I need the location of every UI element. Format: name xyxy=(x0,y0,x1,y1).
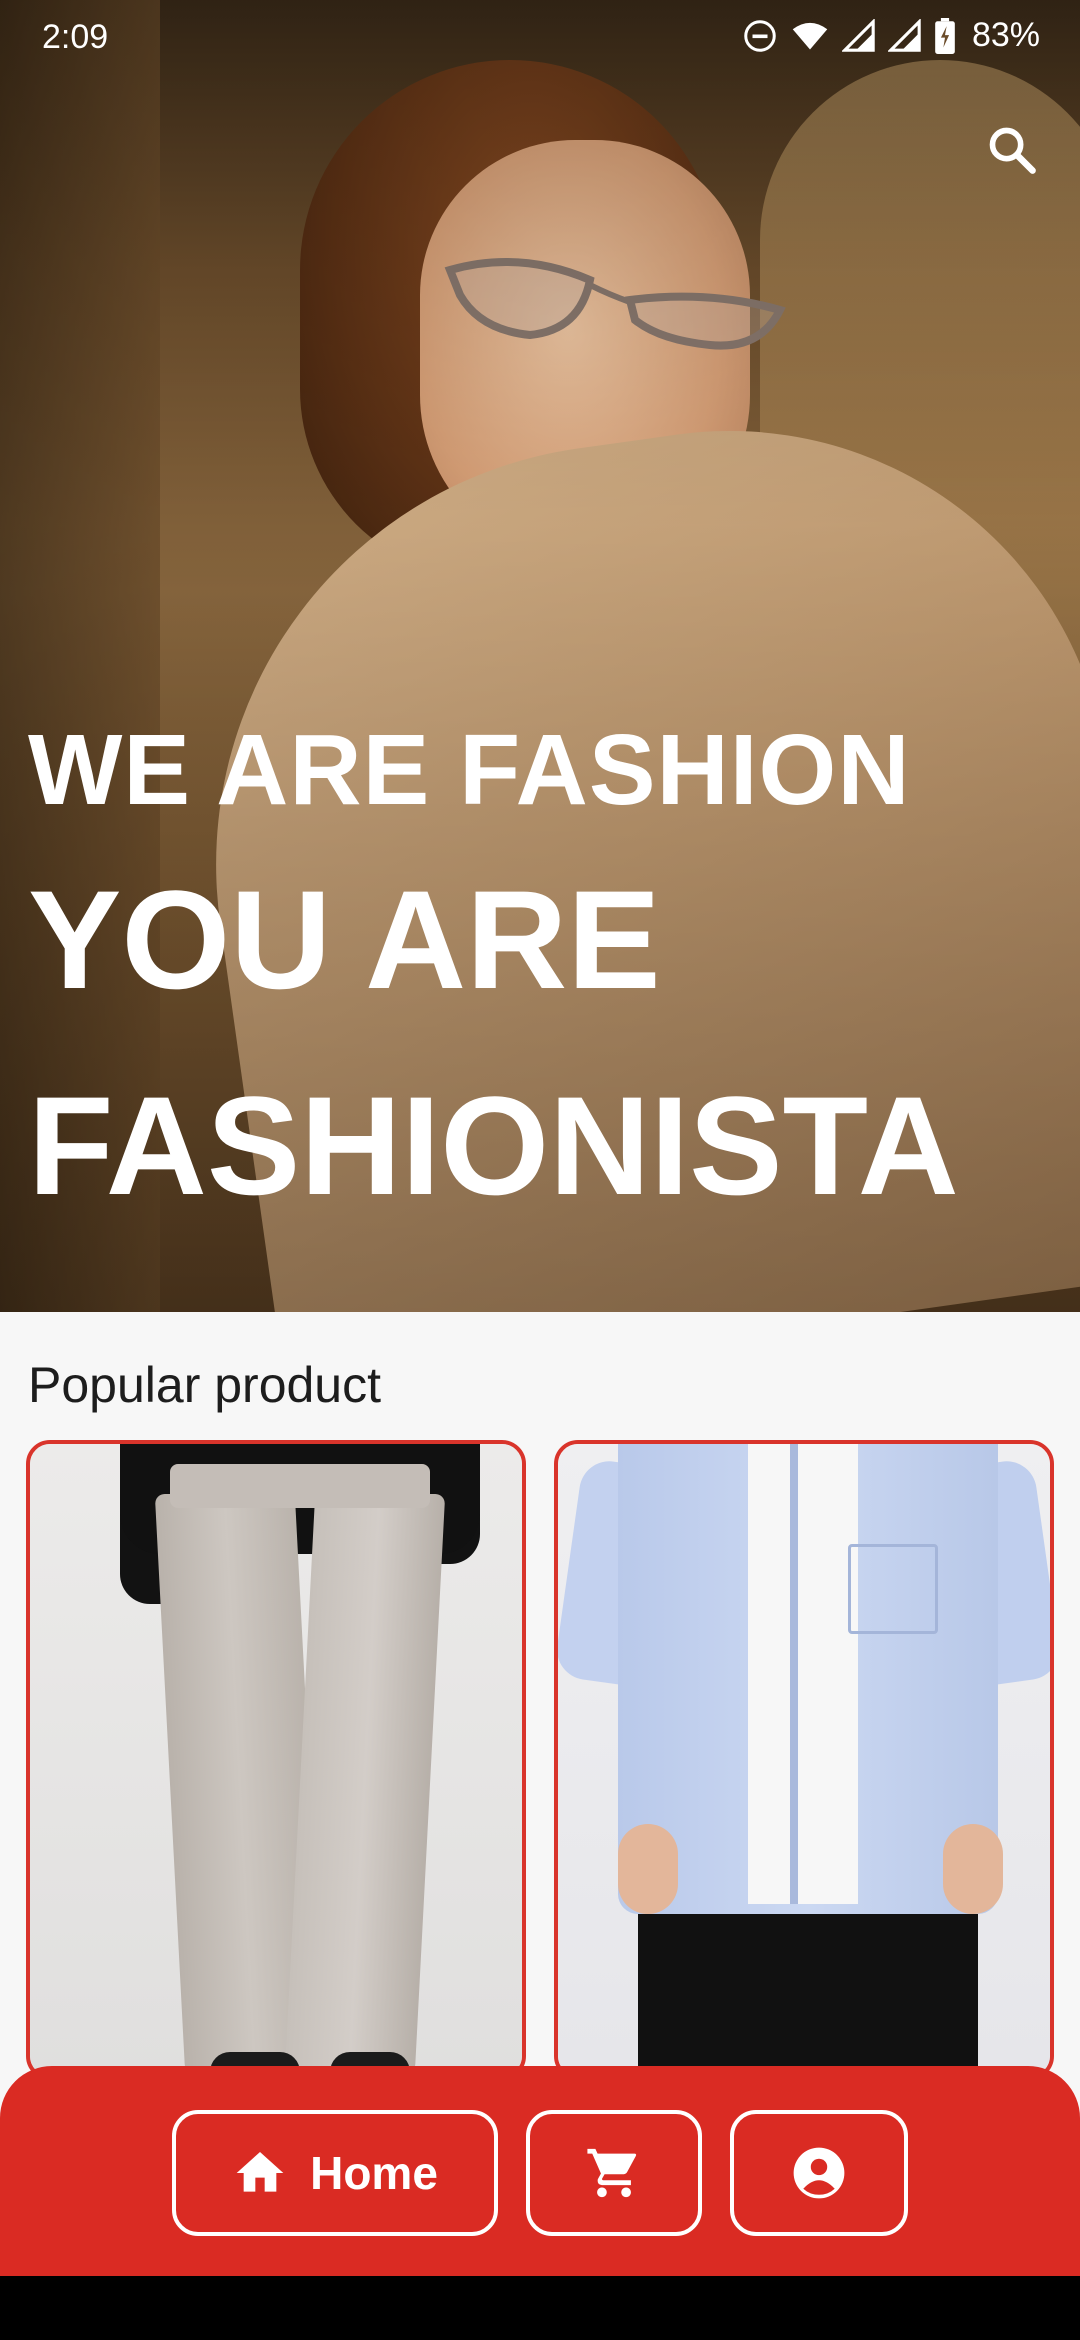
status-icons: 83% xyxy=(742,16,1040,55)
image-detail xyxy=(790,1444,798,1904)
home-icon xyxy=(236,2152,284,2192)
product-image xyxy=(558,1444,1050,2076)
search-button[interactable] xyxy=(980,118,1044,182)
image-detail xyxy=(848,1544,938,1634)
bottom-navigation: Home xyxy=(0,2066,1080,2276)
account-icon xyxy=(793,2147,845,2199)
nav-profile-button[interactable] xyxy=(730,2110,908,2236)
system-navigation-bar xyxy=(0,2276,1080,2340)
hero-headline: WE ARE FASHION YOU ARE FASHIONISTA xyxy=(28,700,959,1246)
image-detail xyxy=(748,1444,858,1904)
status-time: 2:09 xyxy=(42,18,109,56)
nav-home-button[interactable]: Home xyxy=(172,2110,498,2236)
hero-line-2: YOU ARE xyxy=(28,861,661,1018)
product-card[interactable] xyxy=(26,1440,526,2080)
hero-line-3: FASHIONISTA xyxy=(28,1067,959,1224)
product-image xyxy=(30,1444,522,2076)
image-detail xyxy=(618,1824,678,1914)
nav-home-label: Home xyxy=(310,2147,438,2199)
search-icon xyxy=(989,127,1036,174)
wifi-icon xyxy=(792,22,828,49)
battery-percent: 83% xyxy=(971,16,1040,54)
battery-icon xyxy=(935,17,955,54)
signal-icon xyxy=(887,18,921,52)
hero-banner: WE ARE FASHION YOU ARE FASHIONISTA xyxy=(0,0,1080,1312)
app-screen: WE ARE FASHION YOU ARE FASHIONISTA 2:09 … xyxy=(0,0,1080,2340)
image-detail xyxy=(170,1464,430,1508)
image-detail xyxy=(284,1494,446,2074)
status-bar: 2:09 83% xyxy=(0,0,1080,76)
cart-icon xyxy=(587,2148,637,2198)
section-title: Popular product xyxy=(28,1357,382,1413)
image-detail xyxy=(638,1894,978,2076)
image-detail xyxy=(943,1824,1003,1914)
nav-cart-button[interactable] xyxy=(526,2110,702,2236)
dnd-icon xyxy=(744,19,776,52)
hero-line-1: WE ARE FASHION xyxy=(28,714,911,826)
product-card[interactable] xyxy=(554,1440,1054,2080)
signal-icon xyxy=(841,18,875,52)
